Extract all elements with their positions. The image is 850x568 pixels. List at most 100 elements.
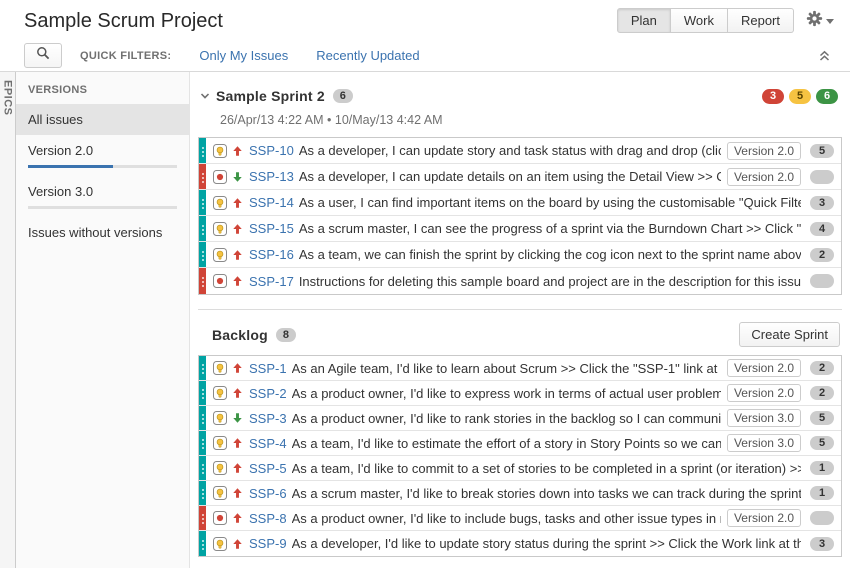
issue-summary: As a team, we can finish the sprint by c… [298, 247, 801, 262]
estimate-badge[interactable]: 1 [810, 486, 834, 500]
estimate-badge[interactable]: 2 [810, 361, 834, 375]
estimate-badge[interactable]: 3 [810, 536, 834, 551]
epics-tab[interactable]: EPICS [0, 72, 16, 568]
issue-row[interactable]: SSP-3 As a product owner, I'd like to ran… [199, 406, 841, 431]
issue-row[interactable]: SSP-14 As a user, I can find important it… [199, 190, 841, 216]
issue-row[interactable]: SSP-6 As a scrum master, I'd like to brea… [199, 481, 841, 506]
issue-row[interactable]: SSP-9 As a developer, I'd like to update … [199, 531, 841, 556]
issue-summary: Instructions for deleting this sample bo… [298, 273, 801, 289]
priority-major-icon [232, 249, 243, 261]
issue-key-link[interactable]: SSP-17 [249, 274, 294, 289]
create-sprint-button[interactable]: Create Sprint [739, 322, 840, 347]
issue-key-link[interactable]: SSP-8 [249, 511, 287, 526]
estimate-badge[interactable]: 3 [810, 195, 834, 210]
drag-grip-icon [201, 202, 204, 205]
issue-summary: As a scrum master, I can see the progres… [298, 221, 801, 236]
estimate-badge[interactable]: 5 [810, 143, 834, 158]
issue-row[interactable]: SSP-1 As an Agile team, I'd like to learn… [199, 356, 841, 381]
issue-row[interactable]: SSP-16 As a team, we can finish the sprin… [199, 242, 841, 268]
priority-major-icon [232, 437, 243, 449]
backlog-title: Backlog [212, 326, 268, 343]
story-type-icon [213, 247, 227, 262]
issue-row[interactable]: SSP-15 As a scrum master, I can see the p… [199, 216, 841, 242]
mode-tab-work[interactable]: Work [670, 8, 728, 33]
card-color-stripe [199, 164, 206, 189]
estimate-badge[interactable] [810, 169, 834, 184]
issue-key-link[interactable]: SSP-2 [249, 386, 287, 401]
issue-row[interactable]: SSP-2 As a product owner, I'd like to exp… [199, 381, 841, 406]
story-type-icon [213, 436, 227, 450]
board-settings-button[interactable] [806, 10, 834, 32]
quick-filter-link[interactable]: Only My Issues [199, 48, 288, 63]
issue-key-link[interactable]: SSP-6 [249, 486, 287, 501]
story-type-icon [213, 361, 227, 375]
estimate-badge[interactable]: 1 [810, 461, 834, 475]
estimate-badge[interactable]: 4 [810, 221, 834, 236]
issue-summary: As a product owner, I'd like to include … [291, 510, 721, 526]
issue-row[interactable]: SSP-5 As a team, I'd like to commit to a … [199, 456, 841, 481]
priority-major-icon [232, 223, 243, 235]
issue-row[interactable]: SSP-17 Instructions for deleting this sam… [199, 268, 841, 294]
backlog-issue-list: SSP-1 As an Agile team, I'd like to learn… [198, 355, 842, 557]
sidebar-item-version-3-0[interactable]: Version 3.0 [16, 176, 189, 217]
version-chip: Version 2.0 [726, 509, 801, 527]
issue-key-link[interactable]: SSP-3 [249, 411, 287, 426]
bug-type-icon [213, 511, 227, 525]
app-header: Sample Scrum Project Plan Work Report [0, 0, 850, 40]
sidebar-item-issues-without-versions[interactable]: Issues without versions [16, 217, 189, 248]
estimate-badge[interactable]: 5 [810, 411, 834, 425]
issue-key-link[interactable]: SSP-5 [249, 461, 287, 476]
mode-tab-plan[interactable]: Plan [616, 8, 671, 33]
search-button[interactable] [24, 43, 62, 68]
section-divider [198, 309, 842, 310]
mode-switcher: Plan Work Report [616, 8, 794, 33]
issue-key-link[interactable]: SSP-9 [249, 536, 287, 551]
sidebar-item-label: Version 2.0 [28, 143, 94, 158]
estimate-badge[interactable]: 5 [810, 436, 834, 450]
priority-minor-icon [232, 171, 243, 183]
version-progress-fill [28, 165, 113, 168]
estimate-badge[interactable]: 2 [810, 247, 834, 262]
sprint-collapse-icon[interactable] [200, 91, 210, 101]
issue-key-link[interactable]: SSP-14 [249, 195, 294, 210]
drag-grip-icon [201, 228, 204, 231]
epics-tab-label: EPICS [1, 80, 14, 116]
quick-filters-bar: QUICK FILTERS: Only My Issues Recently Up… [0, 40, 850, 72]
card-color-stripe [199, 190, 206, 215]
estimate-badge[interactable] [810, 274, 834, 288]
sidebar-item-all-issues[interactable]: All issues [16, 104, 189, 135]
issue-row[interactable]: SSP-10 As a developer, I can update story… [199, 138, 841, 164]
issue-summary: As a scrum master, I'd like to break sto… [291, 485, 801, 501]
card-color-stripe [199, 481, 206, 505]
drag-grip-icon [201, 368, 204, 370]
version-chip: Version 3.0 [726, 409, 801, 427]
quick-filters-label: QUICK FILTERS: [80, 49, 172, 62]
priority-major-icon [232, 145, 243, 157]
issue-key-link[interactable]: SSP-16 [249, 247, 294, 262]
issue-key-link[interactable]: SSP-10 [249, 143, 294, 158]
plan-mode-main: Sample Sprint 2 6 356 26/Apr/13 4:22 AM … [190, 72, 850, 568]
version-progress-bar [28, 206, 177, 209]
collapse-tool-sections-icon[interactable] [819, 49, 830, 67]
version-chip: Version 2.0 [726, 141, 801, 160]
issue-summary: As an Agile team, I'd like to learn abou… [291, 360, 721, 376]
sprint-status-badge: 6 [816, 88, 838, 104]
drag-grip-icon [201, 281, 204, 283]
sidebar-item-version-2-0[interactable]: Version 2.0 [16, 135, 189, 176]
mode-tab-report[interactable]: Report [727, 8, 794, 33]
chevron-down-icon [826, 18, 834, 24]
card-color-stripe [199, 531, 206, 556]
estimate-badge[interactable]: 2 [810, 386, 834, 400]
quick-filter-links: Only My Issues Recently Updated [171, 48, 419, 63]
issue-key-link[interactable]: SSP-13 [249, 169, 294, 184]
issue-key-link[interactable]: SSP-4 [249, 436, 287, 451]
issue-row[interactable]: SSP-13 As a developer, I can update detai… [199, 164, 841, 190]
issue-key-link[interactable]: SSP-15 [249, 221, 294, 236]
quick-filter-link[interactable]: Recently Updated [316, 48, 419, 63]
story-type-icon [213, 195, 227, 210]
estimate-badge[interactable] [810, 511, 834, 525]
card-color-stripe [199, 216, 206, 241]
issue-row[interactable]: SSP-8 As a product owner, I'd like to inc… [199, 506, 841, 531]
issue-row[interactable]: SSP-4 As a team, I'd like to estimate the… [199, 431, 841, 456]
issue-key-link[interactable]: SSP-1 [249, 361, 287, 376]
